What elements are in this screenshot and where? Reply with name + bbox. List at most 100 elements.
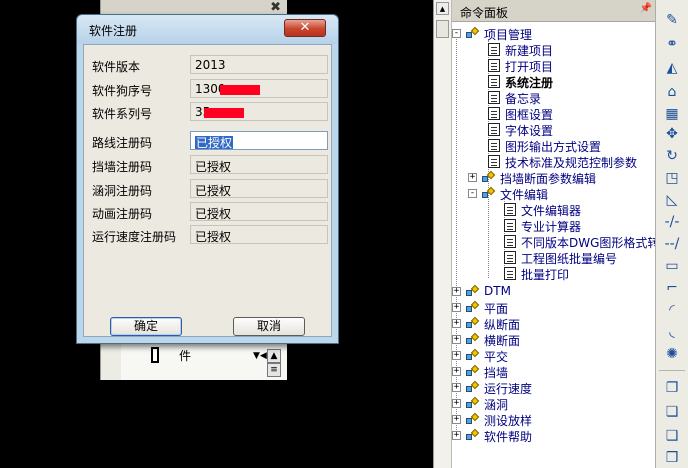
background-palette-close-icon[interactable]: ✖ xyxy=(270,0,281,15)
expand-icon: + xyxy=(452,302,461,312)
field-value: 2013 xyxy=(190,55,328,74)
scrollbar-thumb[interactable] xyxy=(436,20,449,38)
route-code-input[interactable]: 已授权 xyxy=(190,131,328,150)
folder-icon xyxy=(464,284,480,298)
list-icon[interactable]: ≡ xyxy=(267,363,281,377)
field-label: 动画注册码 xyxy=(92,207,153,221)
software-registration-dialog: 软件注册 ✕ 软件版本 2013 软件狗序号 1300 软件系列号 35 路线注… xyxy=(76,14,339,344)
command-icon xyxy=(488,123,500,136)
scroll-up-icon[interactable]: ▲ xyxy=(267,349,281,363)
command-icon xyxy=(488,155,500,168)
command-icon xyxy=(504,251,516,264)
expand-icon: + xyxy=(452,398,461,408)
culvert-code-input[interactable]: 已授权 xyxy=(190,179,328,198)
layer-icon[interactable]: ❏ xyxy=(661,402,683,422)
array-icon[interactable]: ▦ xyxy=(661,104,683,124)
trim-icon[interactable]: -/- xyxy=(661,212,683,232)
collapse-icon[interactable]: - xyxy=(468,189,477,198)
extend-icon[interactable]: --/ xyxy=(661,234,683,254)
folder-icon xyxy=(464,380,480,394)
dialog-title: 软件注册 xyxy=(89,24,138,38)
folder-icon xyxy=(464,364,480,378)
group-icon[interactable]: ❑ xyxy=(661,426,683,446)
pencil-icon[interactable]: ✎ xyxy=(661,10,683,30)
expand-icon: + xyxy=(452,318,461,328)
expand-icon: + xyxy=(452,382,461,392)
dropdown-arrow-icon[interactable]: ▼◀ xyxy=(253,351,267,361)
command-icon xyxy=(488,91,500,104)
mirror-icon[interactable]: ◭ xyxy=(661,58,683,78)
modify-toolbar: ✎ ⚭ ◭ ⌂ ▦ ✥ ↻ ◳ ◺ -/- --/ ▭ ⌐ ◜ ◟ ✺ ❐ ❏ … xyxy=(655,0,688,468)
folder-icon xyxy=(480,186,496,200)
field-label: 涵洞注册码 xyxy=(92,184,153,198)
scroll-up-arrow-icon[interactable]: ▲ xyxy=(436,2,449,15)
folder-icon xyxy=(464,428,480,442)
explode-icon[interactable]: ✺ xyxy=(661,344,683,364)
field-label: 挡墙注册码 xyxy=(92,160,153,174)
collapse-icon[interactable]: - xyxy=(452,29,461,38)
fillet2-icon[interactable]: ◟ xyxy=(661,322,683,342)
command-icon xyxy=(488,139,500,152)
command-icon xyxy=(504,267,516,280)
folder-icon xyxy=(464,396,480,410)
command-panel: ▲ 命令面板 📌 - 项目管理 新建项目 打开项目 系统注册 备忘录 图框设置 … xyxy=(433,0,656,468)
folder-icon xyxy=(464,348,480,362)
offset-icon[interactable]: ⌂ xyxy=(661,82,683,102)
field-value: 1300 xyxy=(190,79,328,98)
close-icon: ✕ xyxy=(299,20,311,35)
field-label: 运行速度注册码 xyxy=(92,230,177,244)
field-row-speed-code: 运行速度注册码 已授权 xyxy=(92,225,328,245)
expand-icon: + xyxy=(452,430,461,440)
block-icon[interactable]: ❒ xyxy=(661,448,683,468)
expand-icon: + xyxy=(452,414,461,424)
break-icon[interactable]: ▭ xyxy=(661,256,683,276)
command-panel-title: 命令面板 xyxy=(460,6,509,20)
field-row-dongle-serial: 软件狗序号 1300 xyxy=(92,79,328,99)
command-panel-header: 命令面板 📌 xyxy=(452,0,656,22)
dialog-close-button[interactable]: ✕ xyxy=(284,19,326,37)
expand-icon: + xyxy=(452,366,461,376)
animation-code-input[interactable]: 已授权 xyxy=(190,202,328,221)
document-icon[interactable] xyxy=(151,347,159,363)
field-label: 软件版本 xyxy=(92,60,141,74)
dialog-titlebar[interactable]: 软件注册 ✕ xyxy=(77,15,338,44)
fillet-icon[interactable]: ◜ xyxy=(661,300,683,320)
command-icon xyxy=(488,75,500,88)
command-icon xyxy=(504,203,516,216)
folder-icon xyxy=(464,26,480,40)
command-icon xyxy=(504,219,516,232)
command-panel-scrollbar[interactable]: ▲ xyxy=(434,0,452,468)
chamfer-icon[interactable]: ⌐ xyxy=(661,278,683,298)
rotate-icon[interactable]: ↻ xyxy=(661,146,683,166)
copy-icon[interactable]: ❐ xyxy=(661,378,683,398)
expand-icon[interactable]: + xyxy=(468,173,477,182)
link-icon[interactable]: ⚭ xyxy=(661,34,683,54)
folder-icon xyxy=(464,412,480,426)
command-icon xyxy=(488,43,500,56)
command-icon xyxy=(504,235,516,248)
field-label: 路线注册码 xyxy=(92,136,153,150)
folder-icon xyxy=(480,170,496,184)
cancel-button[interactable]: 取消 xyxy=(233,317,305,336)
command-tree: - 项目管理 新建项目 打开项目 系统注册 备忘录 图框设置 字体设置 图形输出… xyxy=(452,26,656,444)
ok-button[interactable]: 确定 xyxy=(110,317,182,336)
field-label: 软件狗序号 xyxy=(92,84,153,98)
background-strip-label: 件 xyxy=(179,349,192,363)
folder-icon xyxy=(464,332,480,346)
stretch-icon[interactable]: ◺ xyxy=(661,190,683,210)
field-row-wall-code: 挡墙注册码 已授权 xyxy=(92,155,328,175)
command-icon xyxy=(488,107,500,120)
field-row-culvert-code: 涵洞注册码 已授权 xyxy=(92,179,328,199)
redaction-mark xyxy=(204,107,245,118)
folder-icon xyxy=(464,300,480,314)
move-icon[interactable]: ✥ xyxy=(661,124,683,144)
field-row-route-code: 路线注册码 已授权 xyxy=(92,131,328,151)
field-value: 35 xyxy=(190,102,328,121)
wall-code-input[interactable]: 已授权 xyxy=(190,155,328,174)
pin-icon[interactable]: 📌 xyxy=(640,3,652,14)
background-palette-strip: 件 ▼◀ ▲ ≡ xyxy=(121,340,287,380)
expand-icon: + xyxy=(452,350,461,360)
command-icon xyxy=(488,59,500,72)
scale-icon[interactable]: ◳ xyxy=(661,168,683,188)
speed-code-input[interactable]: 已授权 xyxy=(190,225,328,244)
